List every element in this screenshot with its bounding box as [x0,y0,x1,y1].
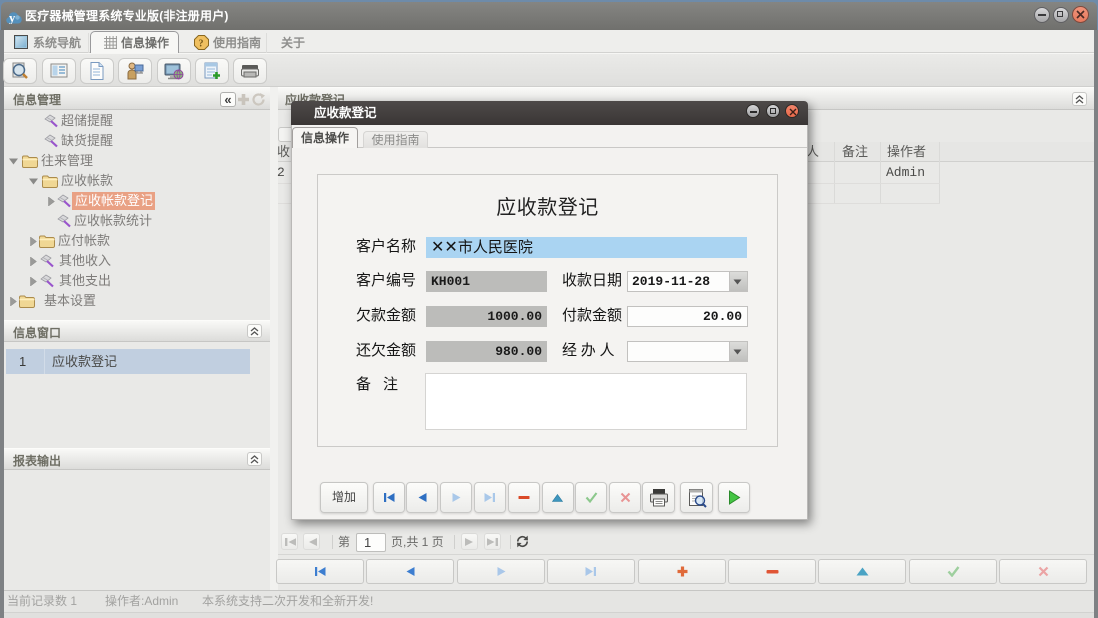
svg-text:?: ? [199,39,204,50]
svg-text:y: y [9,11,16,24]
